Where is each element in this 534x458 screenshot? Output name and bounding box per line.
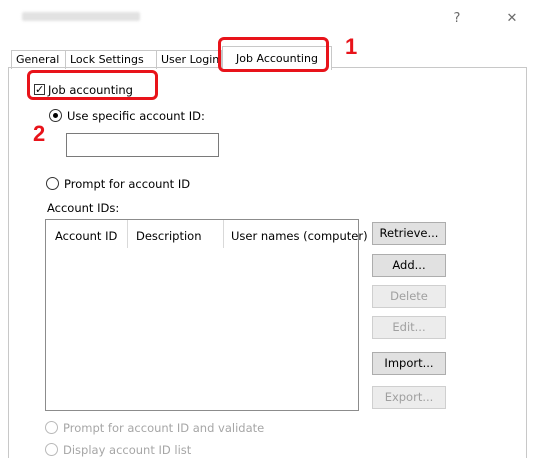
column-header-account-id[interactable]: Account ID [55,229,117,243]
callout-number-2: 2 [33,121,46,146]
use-specific-account-radio[interactable] [49,109,62,122]
import-button[interactable]: Import... [372,352,446,375]
title-bar: ? ✕ [0,0,534,36]
callout-number-1: 1 [345,34,358,59]
edit-button[interactable]: Edit... [372,316,446,339]
callout-box-tab [218,37,329,72]
prompt-account-label: Prompt for account ID [64,177,191,191]
display-list-label: Display account ID list [63,443,192,457]
account-ids-list[interactable]: Account ID Description User names (compu… [45,219,368,411]
prompt-validate-radio[interactable] [45,421,58,434]
column-separator[interactable] [223,220,224,248]
column-header-description[interactable]: Description [136,229,202,243]
column-separator[interactable] [127,220,128,248]
add-button[interactable]: Add... [372,254,446,277]
display-list-radio[interactable] [45,443,58,456]
panel-left-border [8,67,9,458]
panel-right-border [526,67,527,458]
prompt-validate-label: Prompt for account ID and validate [63,421,265,435]
prompt-account-radio[interactable] [46,177,59,190]
export-button[interactable]: Export... [372,386,446,409]
window-title [22,12,140,21]
callout-box-checkbox [27,70,158,100]
help-button[interactable]: ? [448,11,466,26]
close-button[interactable]: ✕ [503,11,521,26]
column-header-user-names[interactable]: User names (computer) [231,229,368,243]
account-ids-label: Account IDs: [47,201,120,215]
delete-button[interactable]: Delete [372,285,446,308]
use-specific-account-label: Use specific account ID: [67,109,205,123]
specific-account-id-input[interactable] [66,133,219,157]
retrieve-button[interactable]: Retrieve... [372,222,446,245]
